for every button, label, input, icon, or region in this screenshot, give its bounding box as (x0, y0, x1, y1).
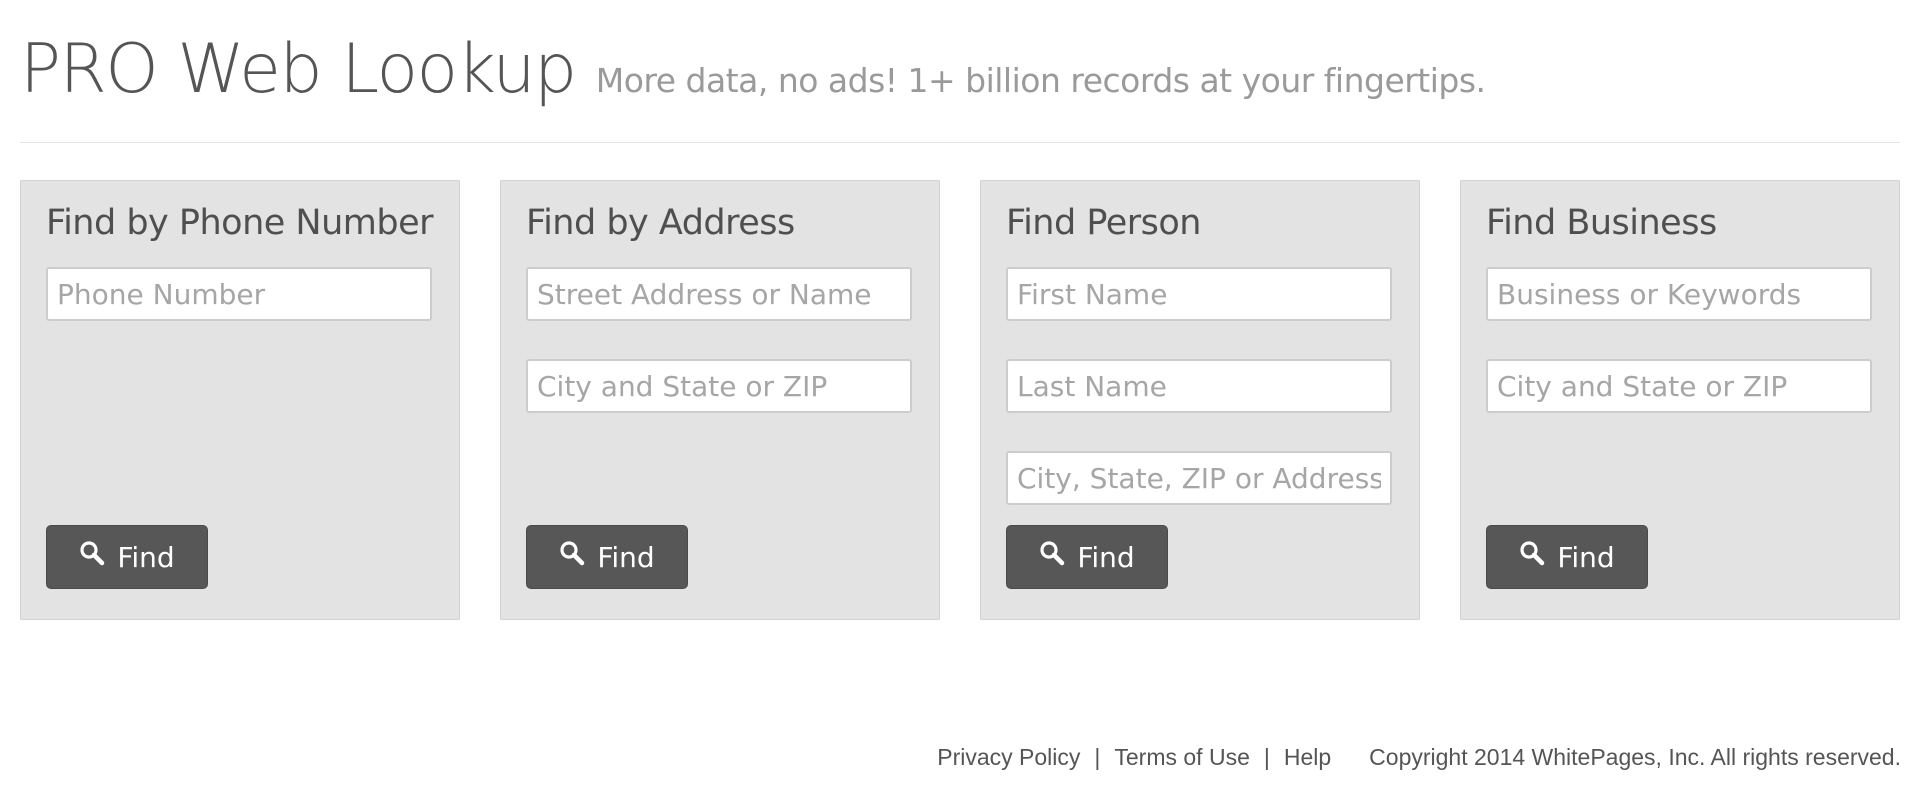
footer-separator: | (1263, 744, 1270, 770)
search-icon (559, 541, 585, 566)
find-business-button[interactable]: Find (1486, 525, 1648, 589)
phone-number-input[interactable] (46, 267, 432, 321)
privacy-policy-link[interactable]: Privacy Policy (937, 744, 1080, 771)
find-button-label: Find (117, 540, 175, 574)
header-divider (20, 142, 1900, 143)
terms-of-use-link[interactable]: Terms of Use (1114, 744, 1249, 771)
street-address-input[interactable] (526, 267, 912, 321)
person-search-panel: Find Person Find (980, 180, 1420, 620)
phone-search-panel: Find by Phone Number Find (20, 180, 460, 620)
panel-title: Find Person (1006, 203, 1201, 243)
copyright-notice: Copyright 2014 WhitePages, Inc. All righ… (1369, 744, 1901, 770)
page-tagline: More data, no ads! 1+ billion records at… (595, 61, 1486, 100)
first-name-input[interactable] (1006, 267, 1392, 321)
find-person-button[interactable]: Find (1006, 525, 1168, 589)
help-link[interactable]: Help (1284, 744, 1331, 771)
search-icon (79, 541, 105, 566)
page-header: PRO Web Lookup More data, no ads! 1+ bil… (20, 28, 1900, 112)
find-address-button[interactable]: Find (526, 525, 688, 589)
panel-title: Find Business (1486, 203, 1717, 243)
footer: Privacy Policy | Terms of Use | Help Cop… (937, 744, 1901, 771)
business-city-state-zip-input[interactable] (1486, 359, 1872, 413)
find-button-label: Find (1557, 540, 1615, 574)
panel-title: Find by Address (526, 203, 795, 243)
find-phone-button[interactable]: Find (46, 525, 208, 589)
business-keywords-input[interactable] (1486, 267, 1872, 321)
search-panels: Find by Phone Number Find Find by Addres… (20, 180, 1900, 620)
address-search-panel: Find by Address Find (500, 180, 940, 620)
person-location-input[interactable] (1006, 451, 1392, 505)
business-search-panel: Find Business Find (1460, 180, 1900, 620)
search-icon (1519, 541, 1545, 566)
find-button-label: Find (597, 540, 655, 574)
search-icon (1039, 541, 1065, 566)
find-button-label: Find (1077, 540, 1135, 574)
footer-separator: | (1094, 744, 1101, 770)
address-city-state-zip-input[interactable] (526, 359, 912, 413)
panel-title: Find by Phone Number (46, 203, 434, 243)
last-name-input[interactable] (1006, 359, 1392, 413)
page-title: PRO Web Lookup (20, 30, 577, 109)
